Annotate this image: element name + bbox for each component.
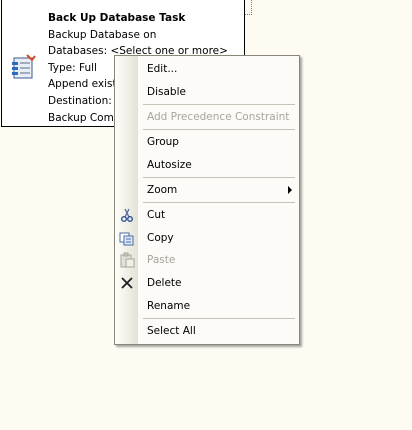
menu-item-zoom[interactable]: Zoom — [115, 179, 299, 201]
backup-task-icon — [12, 54, 36, 79]
delete-x-icon — [121, 277, 133, 289]
menu-separator — [143, 177, 295, 178]
menu-item-copy[interactable]: Copy — [115, 227, 299, 249]
menu-item-label: Add Precedence Constraint — [147, 111, 290, 123]
menu-item-label: Disable — [147, 86, 186, 98]
menu-item-disable[interactable]: Disable — [115, 81, 299, 103]
menu-item-label: Edit... — [147, 63, 178, 75]
menu-item-add-precedence-constraint[interactable]: Add Precedence Constraint — [115, 106, 299, 128]
menu-item-paste[interactable]: Paste — [115, 249, 299, 271]
paste-icon — [120, 252, 135, 268]
menu-item-label: Delete — [147, 277, 182, 289]
submenu-arrow-icon — [288, 186, 292, 194]
copy-icon — [119, 232, 134, 246]
menu-item-select-all[interactable]: Select All — [115, 320, 299, 342]
menu-separator — [143, 104, 295, 105]
menu-item-label: Autosize — [147, 159, 192, 171]
task-title: Back Up Database Task — [48, 12, 186, 24]
menu-item-label: Paste — [147, 254, 176, 266]
menu-item-label: Rename — [147, 300, 191, 312]
menu-item-cut[interactable]: Cut — [115, 204, 299, 226]
menu-item-group[interactable]: Group — [115, 131, 299, 153]
menu-item-rename[interactable]: Rename — [115, 295, 299, 317]
scissors-icon — [121, 208, 133, 222]
context-menu: Edit... Disable Add Precedence Constrain… — [114, 55, 300, 345]
menu-item-delete[interactable]: Delete — [115, 272, 299, 294]
task-line-backup-database: Backup Database on — [48, 28, 157, 41]
menu-separator — [143, 202, 295, 203]
menu-item-label: Cut — [147, 209, 166, 221]
menu-item-label: Zoom — [147, 184, 178, 196]
menu-item-edit[interactable]: Edit... — [115, 58, 299, 80]
menu-item-label: Select All — [147, 325, 196, 337]
menu-separator — [143, 129, 295, 130]
menu-item-label: Group — [147, 136, 179, 148]
menu-item-autosize[interactable]: Autosize — [115, 154, 299, 176]
menu-separator — [143, 318, 295, 319]
menu-item-label: Copy — [147, 232, 174, 244]
